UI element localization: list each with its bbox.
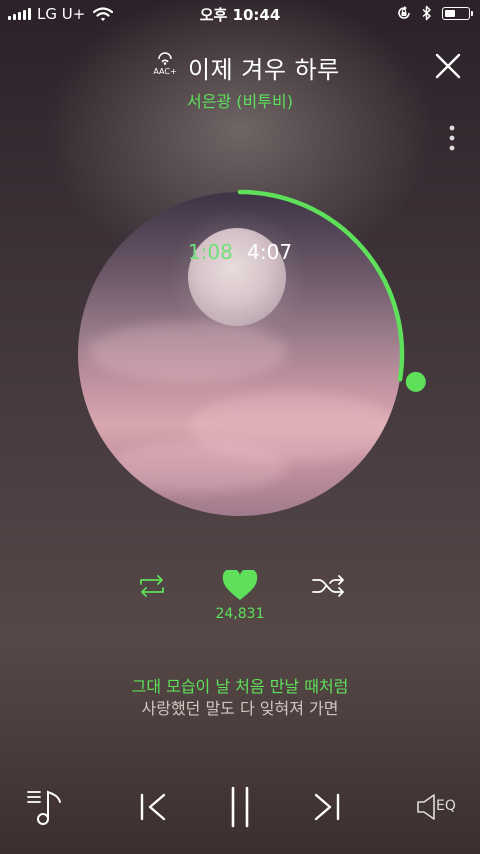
orientation-lock-icon bbox=[398, 6, 410, 19]
shuffle-icon[interactable] bbox=[311, 574, 347, 598]
time-separator: · bbox=[236, 240, 244, 264]
progress-arc bbox=[237, 189, 405, 382]
time-display: 1:08 · 4:07 bbox=[78, 240, 402, 264]
player-header: AAC+ 이제 겨우 하루 서은광 (비투비) bbox=[0, 44, 480, 114]
like-count: 24,831 bbox=[215, 606, 265, 622]
playlist-icon[interactable] bbox=[26, 786, 64, 826]
total-time: 4:07 bbox=[247, 240, 293, 264]
next-icon[interactable] bbox=[312, 792, 342, 822]
lyrics-panel[interactable]: 그대 모습이 날 처음 만날 때처럼 사랑했던 말도 다 잊혀져 가면 bbox=[0, 676, 480, 720]
progress-handle[interactable] bbox=[405, 371, 426, 392]
battery-icon bbox=[442, 6, 473, 20]
album-art-disc[interactable]: 1:08 · 4:07 bbox=[78, 189, 426, 516]
aac-icon: AAC+ bbox=[150, 50, 180, 76]
lyric-current-line: 그대 모습이 날 처음 만날 때처럼 bbox=[131, 677, 349, 696]
previous-icon[interactable] bbox=[138, 792, 168, 822]
close-icon[interactable] bbox=[434, 52, 462, 80]
heart-icon[interactable] bbox=[222, 570, 258, 602]
artist-name[interactable]: 서은광 (비투비) bbox=[0, 88, 480, 112]
progress-ring[interactable] bbox=[68, 182, 426, 526]
lyric-next-line: 사랑했던 말도 다 잊혀져 가면 bbox=[141, 699, 339, 718]
pause-icon[interactable] bbox=[228, 786, 252, 828]
more-icon[interactable] bbox=[448, 124, 456, 152]
eq-label: EQ bbox=[436, 798, 456, 814]
song-title: 이제 겨우 하루 bbox=[188, 56, 340, 84]
elapsed-time: 1:08 bbox=[187, 240, 233, 264]
status-bar: LG U+ 오후 10:44 bbox=[0, 0, 480, 28]
bluetooth-icon bbox=[422, 5, 431, 21]
codec-label: AAC+ bbox=[153, 67, 177, 76]
equalizer-button[interactable]: EQ bbox=[416, 792, 460, 822]
equalizer-icon bbox=[417, 794, 435, 820]
playback-controls: EQ bbox=[0, 782, 480, 832]
track-actions: 24,831 bbox=[0, 570, 480, 630]
status-right bbox=[396, 5, 473, 21]
repeat-icon[interactable] bbox=[135, 574, 169, 598]
